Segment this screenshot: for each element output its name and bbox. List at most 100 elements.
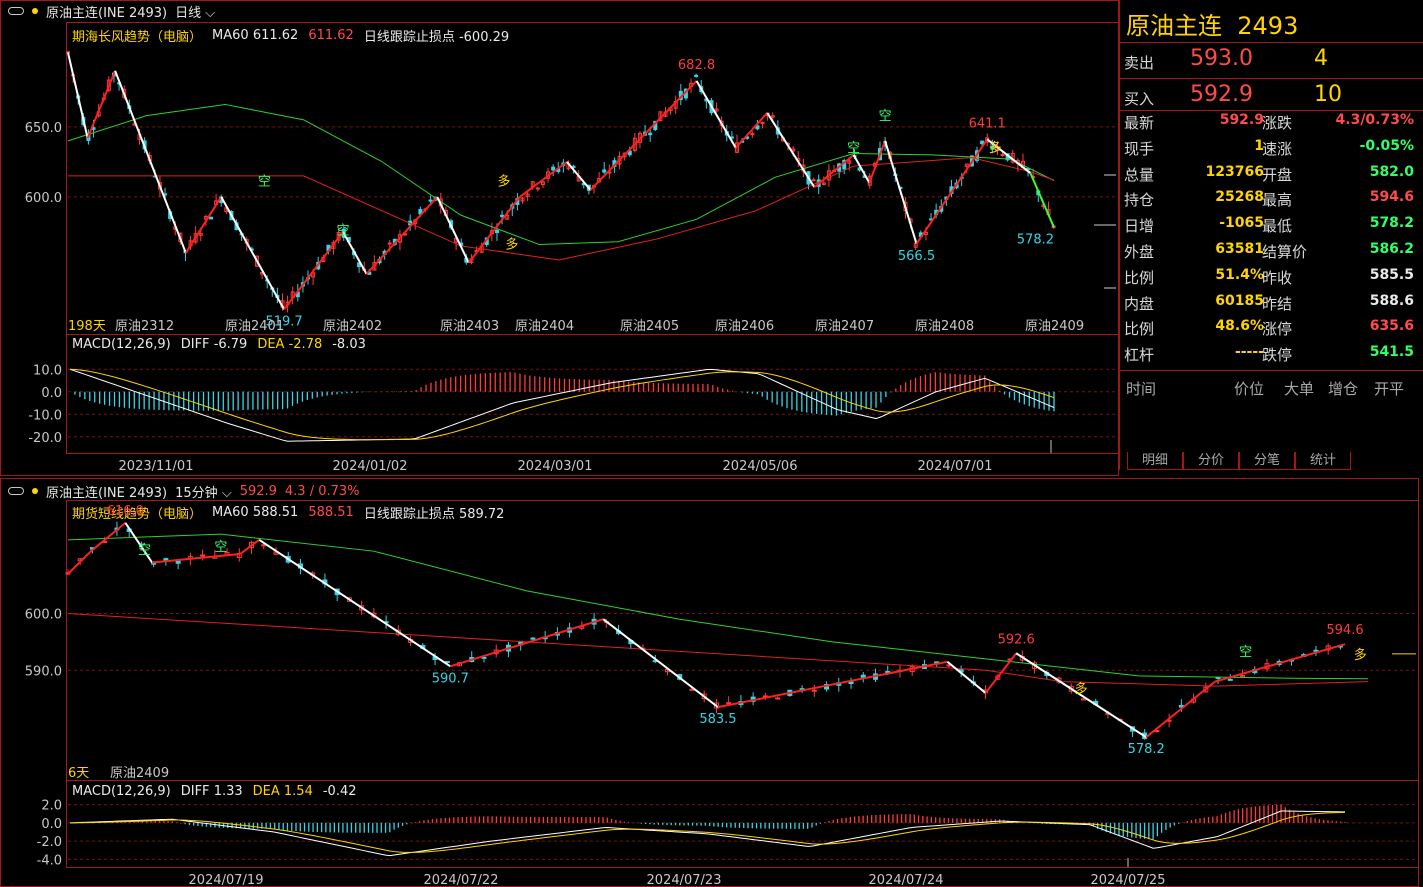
tab-stats[interactable]: 统计	[1295, 452, 1351, 470]
quote-left-value: 63581	[1215, 241, 1264, 257]
macd-tick-label: -10.0	[28, 408, 62, 423]
candle-body	[811, 689, 817, 692]
quote-row: 外盘 63581 结算价 586.2	[1120, 241, 1423, 267]
contract-label: 原油2401	[225, 319, 284, 334]
quote-row: 比例 51.4% 昨收 585.5	[1120, 267, 1423, 293]
quote-left-label: 杠杆	[1124, 346, 1155, 365]
trend-down-segment	[114, 70, 187, 254]
ma60-line	[67, 103, 1055, 246]
candle-body	[648, 132, 653, 136]
quote-panel: 原油主连 2493 卖出 593.0 4 买入 592.9 10 最新 592.9…	[1119, 0, 1423, 470]
quote-right-value: 4.3/0.73%	[1335, 112, 1414, 128]
quote-left-value: 25268	[1215, 189, 1264, 206]
trend-up-segment	[1214, 643, 1346, 683]
days-label: 6天	[68, 766, 89, 781]
trend-down-segment	[566, 161, 592, 191]
short-signal-label: 空	[879, 109, 892, 124]
tick-headers: 时间 价位 大单 增仓 开平	[1126, 378, 1420, 398]
low-label-566-5: 566.5	[898, 249, 935, 264]
contract-label: 原油2402	[323, 319, 382, 334]
quote-right-label: 最高	[1262, 191, 1293, 210]
candle-body	[602, 169, 607, 173]
trend-up-segment	[90, 522, 126, 552]
tab-ticks[interactable]: 分笔	[1239, 452, 1295, 470]
tick-header-price: 价位	[1234, 380, 1265, 398]
quote-right-label: 涨停	[1262, 320, 1293, 339]
candle-body	[500, 214, 505, 218]
date-label: 2024/07/22	[424, 873, 499, 887]
tick-header-bigorder: 大单	[1284, 380, 1315, 398]
quote-row: 杠杆 ----- 跌停 541.5	[1120, 344, 1423, 370]
quote-right-value: 594.6	[1369, 189, 1414, 206]
quote-left-value: 592.9	[1219, 112, 1264, 128]
tab-price[interactable]: 分价	[1183, 452, 1239, 470]
tab-detail[interactable]: 明细	[1127, 452, 1183, 470]
trend-up-segment	[86, 70, 117, 139]
quote-row: 日增 -1065 最低 578.2	[1120, 215, 1423, 241]
buy-label: 买入	[1124, 90, 1155, 108]
low-label-578-2: 578.2	[1128, 742, 1165, 757]
quote-right-label: 昨收	[1262, 268, 1293, 287]
short-signal-label: 空	[1239, 645, 1252, 660]
contract-label: 原油2404	[515, 319, 574, 334]
trend-down-segment	[695, 80, 737, 149]
high-label-641-1: 641.1	[969, 116, 1006, 131]
trend-up-segment	[67, 550, 92, 575]
low-label-583-5: 583.5	[699, 712, 736, 727]
macd-tick-label: 2.0	[41, 799, 62, 814]
ma60-line	[67, 533, 1368, 680]
sell-row: 卖出 593.0 4	[1124, 46, 1423, 76]
macd-tick-label: 10.0	[33, 363, 62, 378]
contract-label: 原油2407	[815, 319, 874, 334]
macd-tick-label: -20.0	[28, 431, 62, 446]
quote-left-label: 日增	[1124, 217, 1155, 236]
date-label: 2024/01/02	[333, 459, 408, 474]
sell-price: 593.0	[1190, 46, 1253, 71]
top-frame	[0, 0, 1119, 476]
candle-body	[428, 199, 433, 202]
contract-label: 原油2403	[440, 319, 499, 334]
quote-row: 比例 48.6% 涨停 635.6	[1120, 318, 1423, 344]
quote-row: 现手 1 速涨 -0.05%	[1120, 138, 1423, 164]
long-signal-label: 多	[505, 237, 518, 253]
candle-body	[750, 133, 755, 136]
contract-label: 原油2405	[620, 319, 679, 334]
candle-body	[551, 166, 556, 171]
trend-down-segment	[67, 52, 89, 139]
contract-label: 原油2406	[715, 319, 774, 334]
candle-body	[175, 560, 181, 564]
candle-body	[535, 187, 540, 190]
last-label-578-2: 578.2	[1017, 232, 1054, 247]
date-label: 2024/07/01	[918, 459, 993, 474]
price-tick-label: 590.0	[25, 664, 62, 679]
quote-right-label: 昨结	[1262, 294, 1293, 313]
trend-up-segment	[717, 660, 948, 709]
contract-label: 原油2312	[115, 319, 174, 334]
quote-right-value: 541.5	[1369, 344, 1414, 361]
buy-price: 592.9	[1190, 82, 1253, 107]
price-tick-label: 600.0	[25, 191, 62, 206]
candle-body	[494, 229, 499, 234]
high-label-594-6: 594.6	[1326, 623, 1363, 638]
buy-row: 买入 592.9 10	[1124, 82, 1423, 112]
tick-header-time: 时间	[1126, 380, 1157, 398]
sell-label: 卖出	[1124, 54, 1155, 72]
quote-left-value: -----	[1234, 344, 1264, 361]
quote-left-label: 最新	[1124, 114, 1155, 132]
quote-row: 最新 592.9 涨跌 4.3/0.73%	[1120, 112, 1423, 138]
date-label: 2024/07/25	[1091, 873, 1166, 887]
price-tick-label: 600.0	[25, 608, 62, 623]
trend-up-segment	[868, 140, 887, 184]
candle-body	[387, 242, 392, 245]
date-label: 2024/05/06	[723, 459, 798, 474]
trend-down-segment	[884, 140, 918, 245]
trend-down-segment	[766, 112, 816, 188]
trend-down-segment	[436, 196, 470, 264]
quote-stats: 最新 592.9 涨跌 4.3/0.73% 现手 1 速涨 -0.05% 总量 123766 开盘 5…	[1120, 112, 1423, 370]
short-signal-label: 空	[138, 543, 151, 558]
long-signal-label: 多	[1354, 647, 1367, 663]
high-label-682-8: 682.8	[678, 58, 715, 73]
macd-tick-label: -4.0	[37, 853, 62, 868]
trend-up-segment	[450, 618, 604, 668]
macd-tick-label: 0.0	[41, 817, 62, 832]
